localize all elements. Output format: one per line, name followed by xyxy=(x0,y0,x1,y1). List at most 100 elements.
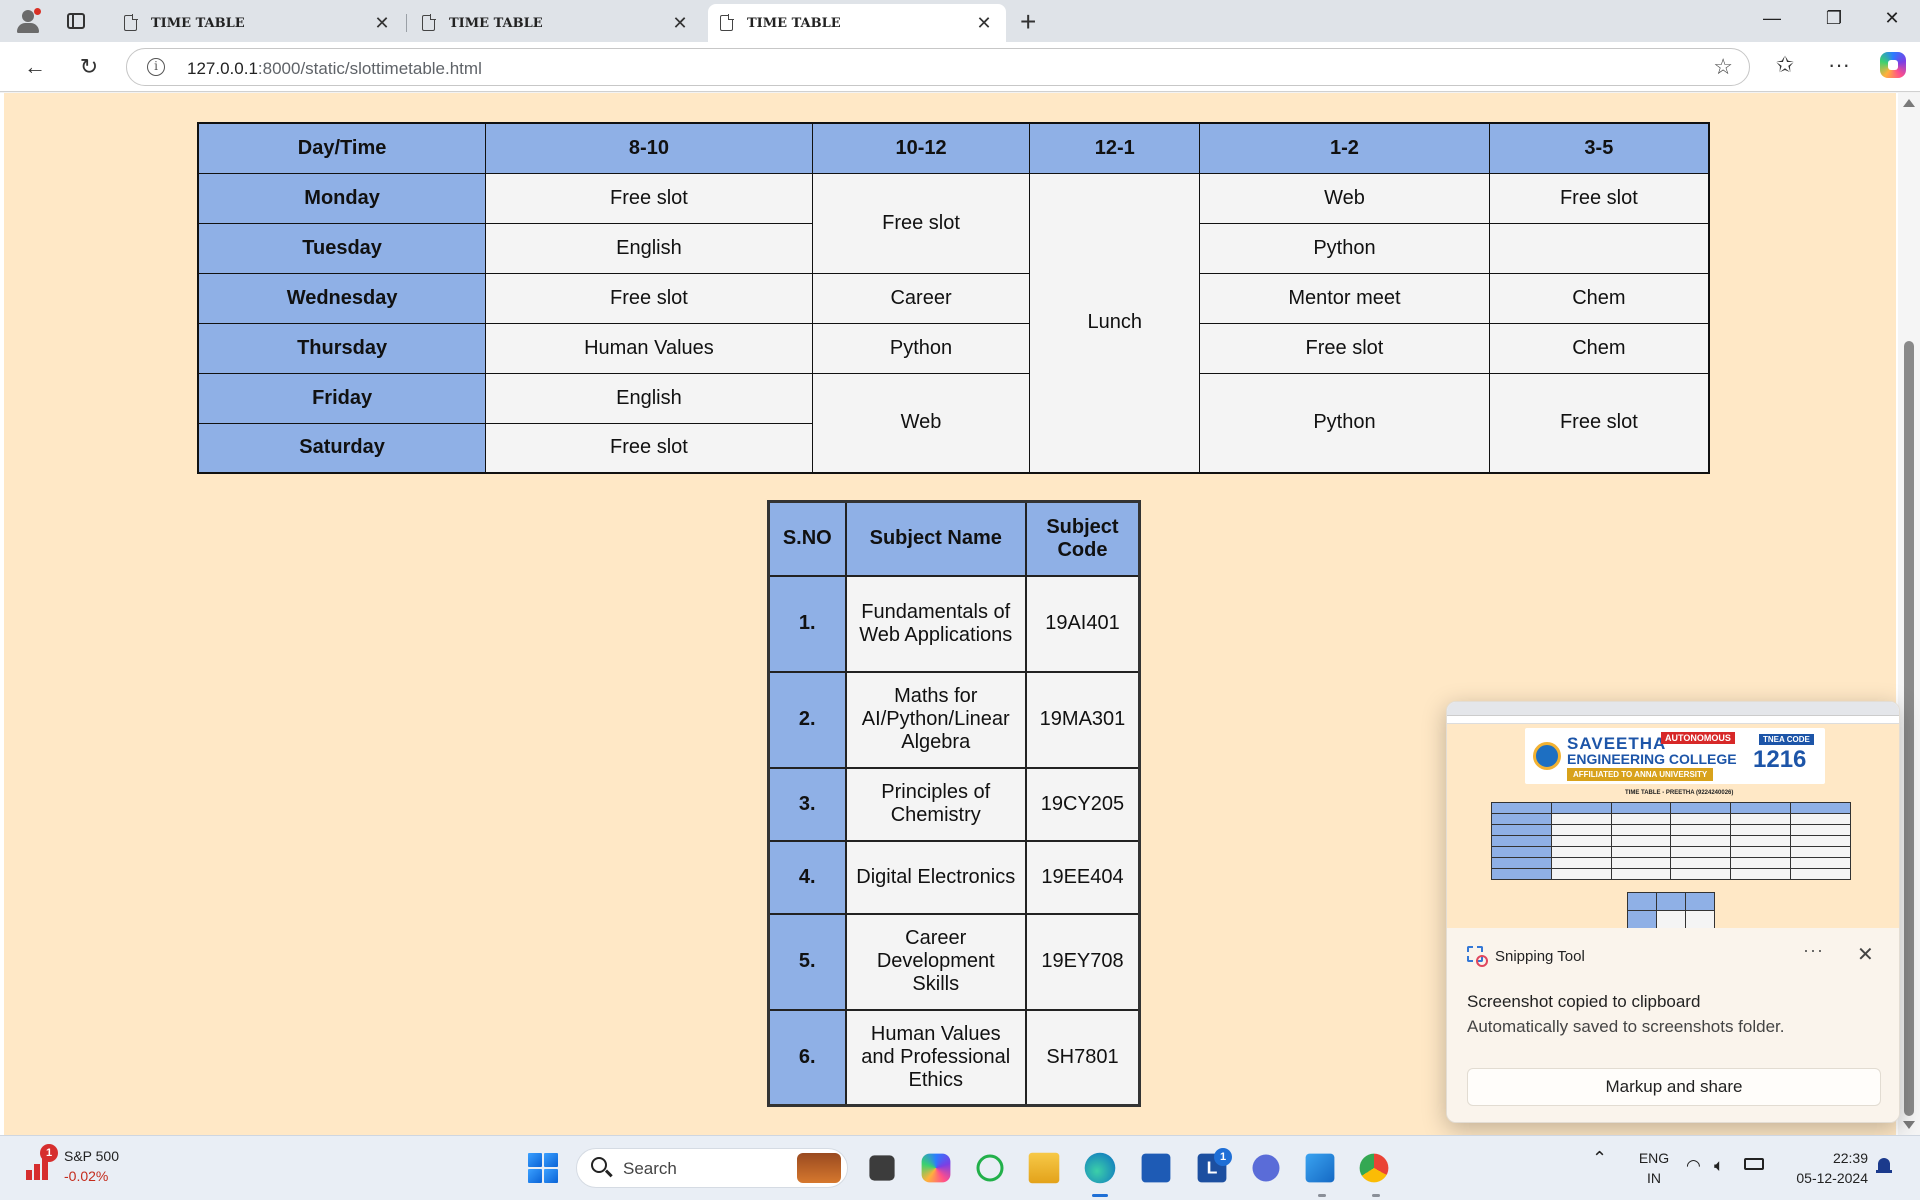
notification-bell-icon[interactable] xyxy=(1876,1158,1892,1176)
day-cell: Wednesday xyxy=(197,272,487,324)
restore-icon[interactable]: ❐ xyxy=(1814,8,1854,29)
table-row: Friday English Web Python Free slot xyxy=(197,372,1710,474)
day-cell: Monday xyxy=(197,172,487,224)
favorite-star-icon[interactable]: ☆ xyxy=(1713,54,1733,80)
slot-cell-empty xyxy=(1488,222,1710,274)
clock[interactable]: 22:39 05-12-2024 xyxy=(1776,1148,1868,1188)
header-3-5: 3-5 xyxy=(1488,122,1710,174)
copilot-icon[interactable] xyxy=(1880,52,1906,78)
logo-tnea-code: 1216 xyxy=(1753,746,1807,773)
close-window-icon[interactable]: ✕ xyxy=(1872,8,1912,29)
edge-browser-icon[interactable] xyxy=(1084,1152,1116,1184)
header-8-10: 8-10 xyxy=(485,122,813,174)
language-code: ENG xyxy=(1638,1150,1670,1166)
header-daytime: Day/Time xyxy=(197,122,487,174)
sno-cell: 3. xyxy=(767,766,847,842)
college-logo: SAVEETHA AUTONOMOUS ENGINEERING COLLEGE … xyxy=(1525,728,1825,784)
slot-cell: Free slot xyxy=(485,272,813,324)
close-tab-icon[interactable]: ✕ xyxy=(372,13,392,34)
stock-name: S&P 500 xyxy=(64,1148,120,1164)
tab-title: TIME TABLE xyxy=(747,15,841,31)
header-subject-name: Subject Name xyxy=(844,500,1027,577)
taskbar-search[interactable]: Search xyxy=(576,1148,848,1188)
tab-divider xyxy=(406,14,407,32)
subject-code-cell: 19CY205 xyxy=(1024,766,1141,842)
show-hidden-icons-chevron[interactable]: ⌃ xyxy=(1592,1148,1607,1168)
status-app-icon[interactable] xyxy=(976,1154,1004,1182)
back-icon[interactable]: ← xyxy=(20,54,50,80)
subjects-header-row: S.NO Subject Name Subject Code xyxy=(767,500,1141,577)
new-tab-icon[interactable]: + xyxy=(1020,6,1036,38)
preview-timetable xyxy=(1491,802,1851,880)
slot-cell: Human Values xyxy=(485,322,813,374)
college-emblem-icon xyxy=(1533,742,1561,770)
battery-icon[interactable] xyxy=(1744,1158,1764,1170)
tab-3-active[interactable]: TIME TABLE ✕ xyxy=(708,4,1006,42)
tab-actions-icon[interactable] xyxy=(62,8,90,34)
slot-cell: Python xyxy=(1199,372,1490,474)
stock-change: -0.02% xyxy=(64,1168,109,1184)
tab-bar: TIME TABLE ✕ TIME TABLE ✕ TIME TABLE ✕ +… xyxy=(0,0,1920,42)
scrollbar-thumb[interactable] xyxy=(1904,341,1914,1116)
sno-cell: 6. xyxy=(767,1008,847,1107)
vscode-icon[interactable] xyxy=(1305,1153,1335,1183)
favorites-icon[interactable]: ✩ xyxy=(1768,52,1802,78)
table-row: Wednesday Free slot Career Mentor meet C… xyxy=(197,272,1710,324)
markup-and-share-button[interactable]: Markup and share xyxy=(1467,1068,1881,1106)
toast-body: Snipping Tool ··· ✕ Screenshot copied to… xyxy=(1447,928,1899,1122)
copilot-app-icon[interactable] xyxy=(921,1153,951,1183)
start-button[interactable] xyxy=(528,1153,558,1183)
url-path: :8000/static/slottimetable.html xyxy=(257,59,482,78)
toast-app-name: Snipping Tool xyxy=(1495,948,1585,965)
site-info-icon[interactable]: i xyxy=(147,58,165,76)
url-field[interactable]: i 127.0.0.1:8000/static/slottimetable.ht… xyxy=(126,48,1750,86)
minimize-icon[interactable]: — xyxy=(1752,8,1792,29)
profile-icon[interactable] xyxy=(14,8,42,34)
header-sno: S.NO xyxy=(767,500,847,577)
slot-cell: Free slot xyxy=(1199,322,1490,374)
day-cell: Saturday xyxy=(197,422,487,474)
wifi-icon[interactable]: ◠ xyxy=(1686,1156,1701,1176)
scroll-down-icon[interactable] xyxy=(1903,1121,1915,1129)
more-menu-icon[interactable]: ··· xyxy=(1822,52,1856,78)
chrome-icon[interactable] xyxy=(1359,1153,1389,1183)
refresh-icon[interactable]: ↻ xyxy=(74,54,104,80)
scroll-up-icon[interactable] xyxy=(1903,99,1915,107)
active-app-indicator xyxy=(1092,1194,1108,1197)
lunch-cell: Lunch xyxy=(1029,172,1201,474)
subject-code-cell: SH7801 xyxy=(1024,1008,1141,1107)
subject-code-cell: 19EY708 xyxy=(1024,912,1141,1011)
file-explorer-icon[interactable] xyxy=(1028,1152,1060,1184)
slot-cell: Free slot xyxy=(811,172,1031,274)
more-options-icon[interactable]: ··· xyxy=(1803,940,1824,961)
slot-cell: Chem xyxy=(1488,322,1710,374)
page-scrollbar[interactable] xyxy=(1898,93,1920,1135)
volume-icon[interactable]: 🔈︎ xyxy=(1714,1156,1724,1176)
close-tab-icon[interactable]: ✕ xyxy=(670,13,690,34)
slot-cell: Web xyxy=(1199,172,1490,224)
table-row: 4. Digital Electronics 19EE404 xyxy=(767,839,1141,915)
subject-code-cell: 19EE404 xyxy=(1024,839,1141,915)
snipping-tool-notification[interactable]: SAVEETHA AUTONOMOUS ENGINEERING COLLEGE … xyxy=(1446,701,1900,1123)
close-icon[interactable]: ✕ xyxy=(1857,942,1874,967)
close-tab-icon[interactable]: ✕ xyxy=(974,13,994,34)
table-row: Thursday Human Values Python Free slot C… xyxy=(197,322,1710,374)
slot-cell: Web xyxy=(811,372,1031,474)
slot-cell: Python xyxy=(1199,222,1490,274)
slot-cell: Mentor meet xyxy=(1199,272,1490,324)
screenshot-preview[interactable]: SAVEETHA AUTONOMOUS ENGINEERING COLLEGE … xyxy=(1447,702,1899,928)
taskbar: 1 S&P 500 -0.02% Search L 1 ⌃ ENG IN ◠ 🔈… xyxy=(0,1135,1920,1200)
app-icon[interactable] xyxy=(1252,1154,1280,1182)
day-cell: Tuesday xyxy=(197,222,487,274)
subject-name-cell: Human Values and Professional Ethics xyxy=(844,1008,1027,1107)
tab-1[interactable]: TIME TABLE ✕ xyxy=(112,4,404,42)
store-icon[interactable] xyxy=(1141,1153,1171,1183)
header-subject-code: Subject Code xyxy=(1024,500,1141,577)
task-view-icon[interactable] xyxy=(869,1155,895,1181)
running-app-indicator xyxy=(1372,1194,1380,1197)
timetable-header-row: Day/Time 8-10 10-12 12-1 1-2 3-5 xyxy=(197,122,1710,174)
language-indicator[interactable]: ENG IN xyxy=(1634,1148,1674,1188)
sno-cell: 1. xyxy=(767,574,847,673)
table-row: 1. Fundamentals of Web Applications 19AI… xyxy=(767,574,1141,673)
tab-2[interactable]: TIME TABLE ✕ xyxy=(410,4,702,42)
